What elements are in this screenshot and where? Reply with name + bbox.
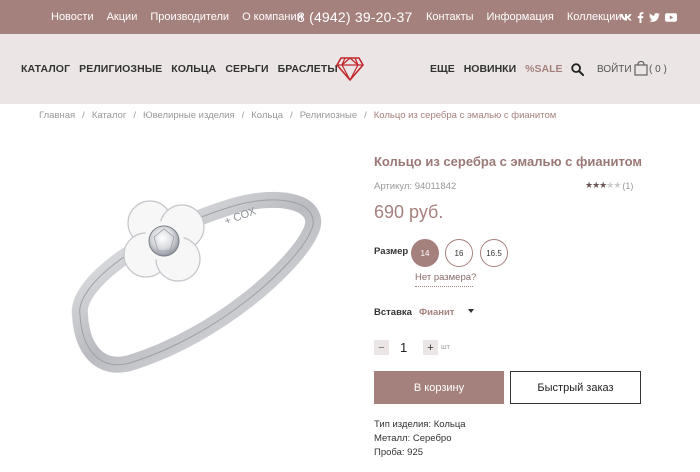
product-price: 690 руб. xyxy=(374,202,444,222)
category-menu-right: ЕЩЕ НОВИНКИ %SALE xyxy=(430,34,562,104)
diamond-logo-icon[interactable] xyxy=(336,56,364,82)
nav-more[interactable]: ЕЩЕ xyxy=(430,63,455,75)
facebook-icon[interactable] xyxy=(637,11,644,23)
add-to-cart-button[interactable]: В корзину xyxy=(374,371,504,404)
phone-number[interactable]: 8 (4942) 39-20-37 xyxy=(297,0,412,34)
spec-fineness: Проба: 925 xyxy=(374,447,424,458)
breadcrumb: Главная / Каталог / Ювелирные изделия / … xyxy=(39,110,556,121)
nav-bracelets[interactable]: БРАСЛЕТЫ xyxy=(278,63,338,75)
rating-stars: ★★★★★ xyxy=(585,180,621,191)
breadcrumb-catalog[interactable]: Каталог xyxy=(92,110,127,121)
breadcrumb-religious[interactable]: Религиозные xyxy=(300,110,357,121)
category-menu-left: КАТАЛОГ РЕЛИГИОЗНЫЕ КОЛЬЦА СЕРЬГИ БРАСЛЕ… xyxy=(21,34,338,104)
nav-rings[interactable]: КОЛЬЦА xyxy=(171,63,216,75)
breadcrumb-separator: / xyxy=(133,110,136,121)
caret-down-icon[interactable] xyxy=(468,309,474,313)
login-link[interactable]: ВОЙТИ xyxy=(597,34,632,104)
spec-metal: Металл: Серебро xyxy=(374,433,452,444)
size-option-16[interactable]: 16 xyxy=(445,239,473,267)
breadcrumb-separator: / xyxy=(290,110,293,121)
top-nav-promotions[interactable]: Акции xyxy=(107,11,138,23)
quantity-unit: шт xyxy=(441,344,450,351)
top-nav-collections[interactable]: Коллекции xyxy=(567,11,622,23)
breadcrumb-separator: / xyxy=(82,110,85,121)
breadcrumb-jewelry[interactable]: Ювелирные изделия xyxy=(143,110,235,121)
top-bar: Новости Акции Производители О компании 8… xyxy=(0,0,700,34)
top-nav-left: Новости Акции Производители О компании xyxy=(51,0,303,34)
quantity-decrease-button[interactable]: − xyxy=(374,340,389,355)
breadcrumb-home[interactable]: Главная xyxy=(39,110,75,121)
top-nav-about[interactable]: О компании xyxy=(242,11,303,23)
no-size-underline xyxy=(415,286,473,287)
breadcrumb-rings[interactable]: Кольца xyxy=(251,110,283,121)
breadcrumb-current: Кольцо из серебра с эмалью с фианитом xyxy=(373,110,557,121)
nav-sale[interactable]: %SALE xyxy=(525,63,562,75)
top-nav-news[interactable]: Новости xyxy=(51,11,94,23)
nav-new[interactable]: НОВИНКИ xyxy=(464,63,516,75)
shopping-bag-icon[interactable] xyxy=(634,61,648,76)
twitter-icon[interactable] xyxy=(649,12,660,22)
quick-order-button[interactable]: Быстрый заказ xyxy=(510,371,641,404)
cart-count[interactable]: ( 0 ) xyxy=(649,34,667,104)
size-option-14[interactable]: 14 xyxy=(411,239,439,267)
nav-earrings[interactable]: СЕРЬГИ xyxy=(225,63,268,75)
insert-select[interactable]: Фианит xyxy=(419,307,454,318)
top-nav-right: Контакты Информация Коллекции xyxy=(426,0,622,34)
quantity-increase-button[interactable]: + xyxy=(423,340,438,355)
top-nav-information[interactable]: Информация xyxy=(487,11,554,23)
size-label: Размер xyxy=(374,246,409,257)
main-nav: КАТАЛОГ РЕЛИГИОЗНЫЕ КОЛЬЦА СЕРЬГИ БРАСЛЕ… xyxy=(0,34,700,104)
star-icon: ★ xyxy=(613,180,621,190)
youtube-icon[interactable] xyxy=(665,12,677,22)
top-nav-manufacturers[interactable]: Производители xyxy=(150,11,229,23)
vk-icon[interactable] xyxy=(620,13,632,21)
product-article: Артикул: 94011842 xyxy=(374,181,457,192)
breadcrumb-separator: / xyxy=(364,110,367,121)
rating-count: (1) xyxy=(622,180,634,191)
social-links xyxy=(620,0,677,34)
product-image-ring[interactable]: + СОХ xyxy=(70,185,340,375)
search-icon[interactable] xyxy=(571,63,584,76)
top-nav-contacts[interactable]: Контакты xyxy=(426,11,474,23)
spec-type: Тип изделия: Кольца xyxy=(374,419,466,430)
insert-label: Вставка xyxy=(374,307,412,318)
size-option-16-5[interactable]: 16.5 xyxy=(480,239,508,267)
product-title: Кольцо из серебра с эмалью с фианитом xyxy=(374,154,643,169)
nav-catalog[interactable]: КАТАЛОГ xyxy=(21,63,70,75)
breadcrumb-separator: / xyxy=(241,110,245,121)
quantity-value[interactable]: 1 xyxy=(400,340,407,355)
no-size-link[interactable]: Нет размера? xyxy=(415,272,476,283)
product-rating[interactable]: ★★★★★ (1) xyxy=(585,180,633,191)
nav-religious[interactable]: РЕЛИГИОЗНЫЕ xyxy=(79,63,162,75)
